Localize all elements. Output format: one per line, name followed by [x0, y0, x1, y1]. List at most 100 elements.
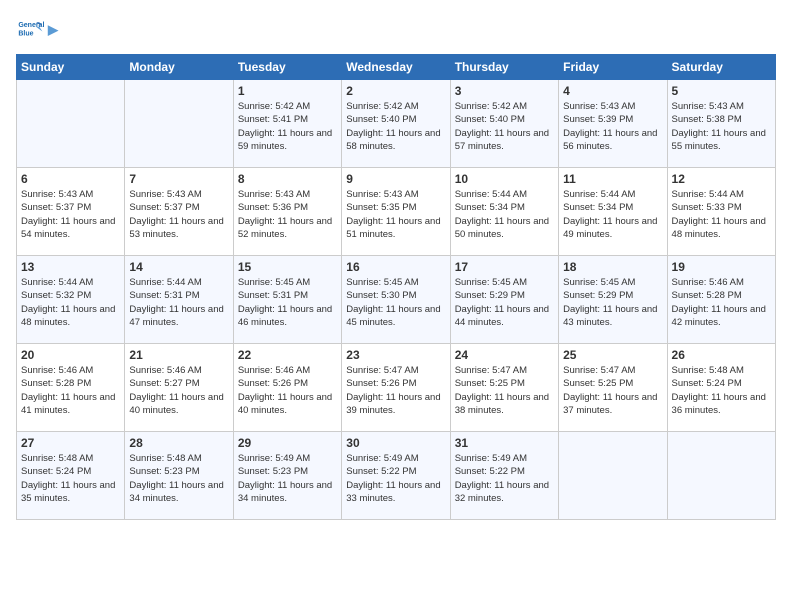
header-sunday: Sunday: [17, 55, 125, 80]
svg-text:General: General: [18, 22, 44, 29]
day-number: 16: [346, 260, 445, 274]
calendar-cell: 29 Sunrise: 5:49 AMSunset: 5:23 PMDayligh…: [233, 432, 341, 520]
header-thursday: Thursday: [450, 55, 558, 80]
header-wednesday: Wednesday: [342, 55, 450, 80]
calendar-cell: 7Sunrise: 5:43 AMSunset: 5:37 PMDaylight…: [125, 168, 233, 256]
calendar-cell: 30Sunrise: 5:49 AMSunset: 5:22 PMDayligh…: [342, 432, 450, 520]
calendar-cell: 22 Sunrise: 5:46 AMSunset: 5:26 PMDayligh…: [233, 344, 341, 432]
day-detail: Sunrise: 5:44 AMSunset: 5:32 PMDaylight:…: [21, 276, 120, 329]
day-detail: Sunrise: 5:44 AMSunset: 5:31 PMDaylight:…: [129, 276, 228, 329]
calendar-cell: 15 Sunrise: 5:45 AMSunset: 5:31 PMDayligh…: [233, 256, 341, 344]
calendar-week-4: 20 Sunrise: 5:46 AMSunset: 5:28 PMDayligh…: [17, 344, 776, 432]
calendar-cell: 1Sunrise: 5:42 AMSunset: 5:41 PMDaylight…: [233, 80, 341, 168]
header-tuesday: Tuesday: [233, 55, 341, 80]
calendar-cell: 18Sunrise: 5:45 AMSunset: 5:29 PMDayligh…: [559, 256, 667, 344]
calendar-cell: 20 Sunrise: 5:46 AMSunset: 5:28 PMDayligh…: [17, 344, 125, 432]
logo-icon: General Blue: [16, 16, 44, 44]
day-number: 22: [238, 348, 337, 362]
calendar-cell: 6 Sunrise: 5:43 AMSunset: 5:37 PMDaylight…: [17, 168, 125, 256]
day-detail: Sunrise: 5:49 AMSunset: 5:22 PMDaylight:…: [346, 452, 445, 505]
day-detail: Sunrise: 5:42 AMSunset: 5:40 PMDaylight:…: [346, 100, 445, 153]
calendar-cell: [559, 432, 667, 520]
day-number: 12: [672, 172, 771, 186]
calendar-cell: [17, 80, 125, 168]
day-detail: Sunrise: 5:43 AMSunset: 5:39 PMDaylight:…: [563, 100, 662, 153]
day-number: 10: [455, 172, 554, 186]
day-number: 29: [238, 436, 337, 450]
day-detail: Sunrise: 5:48 AMSunset: 5:24 PMDaylight:…: [672, 364, 771, 417]
day-number: 15: [238, 260, 337, 274]
day-number: 5: [672, 84, 771, 98]
calendar-table: SundayMondayTuesdayWednesdayThursdayFrid…: [16, 54, 776, 520]
calendar-cell: 3 Sunrise: 5:42 AMSunset: 5:40 PMDaylight…: [450, 80, 558, 168]
day-detail: Sunrise: 5:45 AMSunset: 5:31 PMDaylight:…: [238, 276, 337, 329]
day-number: 31: [455, 436, 554, 450]
day-detail: Sunrise: 5:47 AMSunset: 5:26 PMDaylight:…: [346, 364, 445, 417]
page-header: General Blue ▶: [16, 16, 776, 44]
day-detail: Sunrise: 5:43 AMSunset: 5:36 PMDaylight:…: [238, 188, 337, 241]
day-detail: Sunrise: 5:49 AMSunset: 5:22 PMDaylight:…: [455, 452, 554, 505]
day-number: 20: [21, 348, 120, 362]
calendar-cell: 17Sunrise: 5:45 AMSunset: 5:29 PMDayligh…: [450, 256, 558, 344]
day-number: 27: [21, 436, 120, 450]
header-friday: Friday: [559, 55, 667, 80]
calendar-cell: 12Sunrise: 5:44 AMSunset: 5:33 PMDayligh…: [667, 168, 775, 256]
day-number: 2: [346, 84, 445, 98]
day-detail: Sunrise: 5:45 AMSunset: 5:29 PMDaylight:…: [563, 276, 662, 329]
calendar-cell: 31 Sunrise: 5:49 AMSunset: 5:22 PMDayligh…: [450, 432, 558, 520]
calendar-cell: 9 Sunrise: 5:43 AMSunset: 5:35 PMDaylight…: [342, 168, 450, 256]
day-detail: Sunrise: 5:45 AMSunset: 5:30 PMDaylight:…: [346, 276, 445, 329]
day-detail: Sunrise: 5:48 AMSunset: 5:24 PMDaylight:…: [21, 452, 120, 505]
calendar-cell: 28 Sunrise: 5:48 AMSunset: 5:23 PMDayligh…: [125, 432, 233, 520]
day-number: 21: [129, 348, 228, 362]
calendar-cell: 10 Sunrise: 5:44 AMSunset: 5:34 PMDayligh…: [450, 168, 558, 256]
day-detail: Sunrise: 5:47 AMSunset: 5:25 PMDaylight:…: [455, 364, 554, 417]
day-detail: Sunrise: 5:49 AMSunset: 5:23 PMDaylight:…: [238, 452, 337, 505]
calendar-cell: 2 Sunrise: 5:42 AMSunset: 5:40 PMDaylight…: [342, 80, 450, 168]
svg-text:Blue: Blue: [18, 30, 33, 37]
day-number: 28: [129, 436, 228, 450]
day-number: 7: [129, 172, 228, 186]
day-detail: Sunrise: 5:42 AMSunset: 5:40 PMDaylight:…: [455, 100, 554, 153]
day-number: 23: [346, 348, 445, 362]
calendar-week-1: 1Sunrise: 5:42 AMSunset: 5:41 PMDaylight…: [17, 80, 776, 168]
calendar-cell: 8Sunrise: 5:43 AMSunset: 5:36 PMDaylight…: [233, 168, 341, 256]
day-detail: Sunrise: 5:44 AMSunset: 5:34 PMDaylight:…: [455, 188, 554, 241]
calendar-cell: 11Sunrise: 5:44 AMSunset: 5:34 PMDayligh…: [559, 168, 667, 256]
calendar-cell: 16 Sunrise: 5:45 AMSunset: 5:30 PMDayligh…: [342, 256, 450, 344]
calendar-cell: [125, 80, 233, 168]
day-detail: Sunrise: 5:45 AMSunset: 5:29 PMDaylight:…: [455, 276, 554, 329]
calendar-week-5: 27 Sunrise: 5:48 AMSunset: 5:24 PMDayligh…: [17, 432, 776, 520]
calendar-cell: 26 Sunrise: 5:48 AMSunset: 5:24 PMDayligh…: [667, 344, 775, 432]
calendar-cell: 27 Sunrise: 5:48 AMSunset: 5:24 PMDayligh…: [17, 432, 125, 520]
calendar-cell: [667, 432, 775, 520]
calendar-header-row: SundayMondayTuesdayWednesdayThursdayFrid…: [17, 55, 776, 80]
calendar-week-2: 6 Sunrise: 5:43 AMSunset: 5:37 PMDaylight…: [17, 168, 776, 256]
calendar-cell: 21Sunrise: 5:46 AMSunset: 5:27 PMDayligh…: [125, 344, 233, 432]
day-detail: Sunrise: 5:43 AMSunset: 5:35 PMDaylight:…: [346, 188, 445, 241]
header-monday: Monday: [125, 55, 233, 80]
calendar-cell: 13 Sunrise: 5:44 AMSunset: 5:32 PMDayligh…: [17, 256, 125, 344]
day-number: 19: [672, 260, 771, 274]
day-number: 1: [238, 84, 337, 98]
day-detail: Sunrise: 5:46 AMSunset: 5:26 PMDaylight:…: [238, 364, 337, 417]
logo-text: ▶: [48, 22, 58, 38]
day-detail: Sunrise: 5:43 AMSunset: 5:38 PMDaylight:…: [672, 100, 771, 153]
logo: General Blue ▶: [16, 16, 58, 44]
day-number: 6: [21, 172, 120, 186]
day-number: 9: [346, 172, 445, 186]
day-number: 4: [563, 84, 662, 98]
calendar-cell: 14Sunrise: 5:44 AMSunset: 5:31 PMDayligh…: [125, 256, 233, 344]
day-detail: Sunrise: 5:46 AMSunset: 5:28 PMDaylight:…: [21, 364, 120, 417]
calendar-week-3: 13 Sunrise: 5:44 AMSunset: 5:32 PMDayligh…: [17, 256, 776, 344]
day-detail: Sunrise: 5:48 AMSunset: 5:23 PMDaylight:…: [129, 452, 228, 505]
day-detail: Sunrise: 5:44 AMSunset: 5:34 PMDaylight:…: [563, 188, 662, 241]
day-number: 3: [455, 84, 554, 98]
day-detail: Sunrise: 5:43 AMSunset: 5:37 PMDaylight:…: [21, 188, 120, 241]
day-number: 13: [21, 260, 120, 274]
day-number: 26: [672, 348, 771, 362]
day-detail: Sunrise: 5:46 AMSunset: 5:28 PMDaylight:…: [672, 276, 771, 329]
calendar-cell: 25Sunrise: 5:47 AMSunset: 5:25 PMDayligh…: [559, 344, 667, 432]
calendar-cell: 4 Sunrise: 5:43 AMSunset: 5:39 PMDaylight…: [559, 80, 667, 168]
day-detail: Sunrise: 5:47 AMSunset: 5:25 PMDaylight:…: [563, 364, 662, 417]
